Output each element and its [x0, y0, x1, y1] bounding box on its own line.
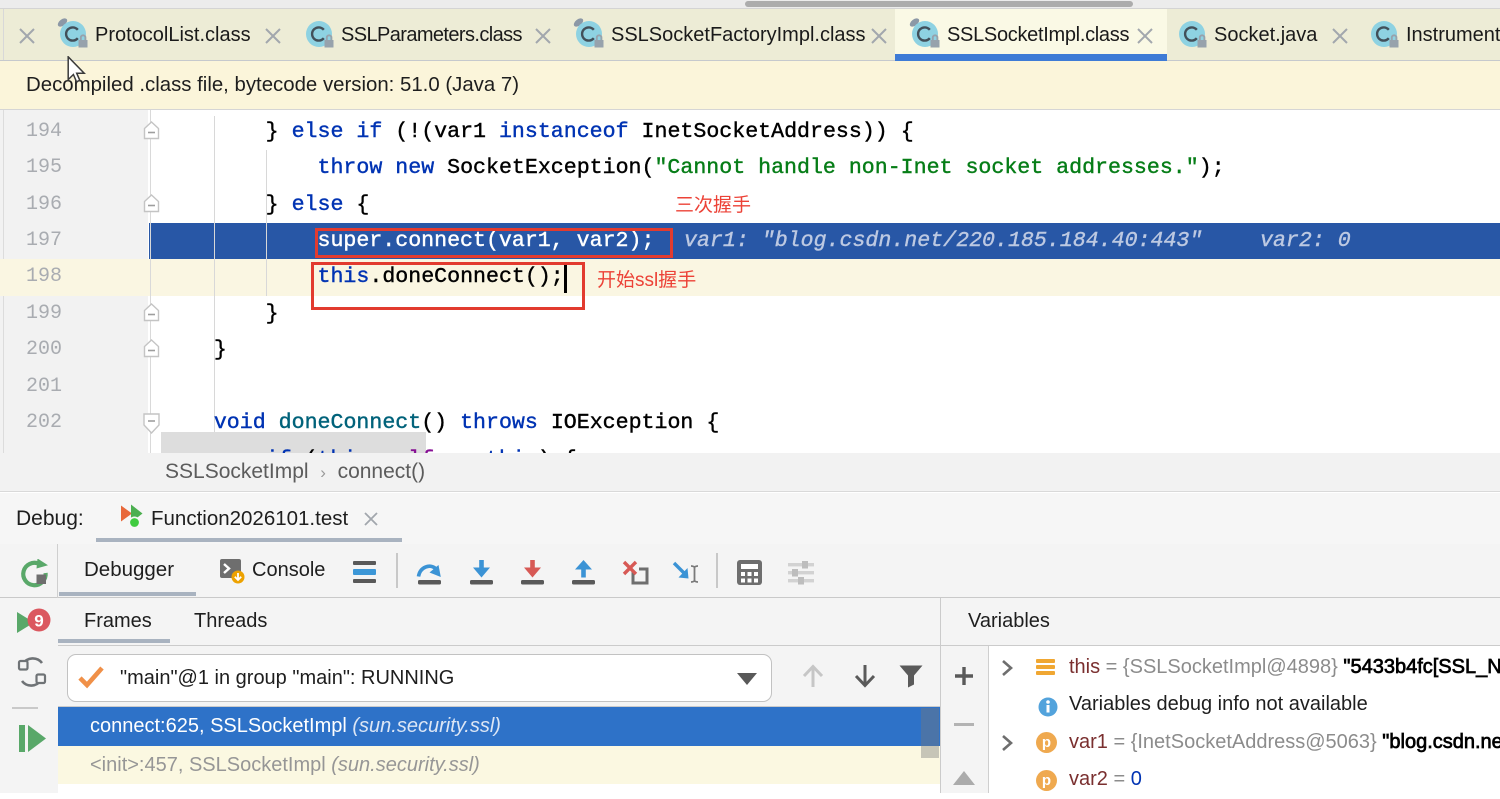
svg-text:9: 9: [34, 612, 43, 631]
